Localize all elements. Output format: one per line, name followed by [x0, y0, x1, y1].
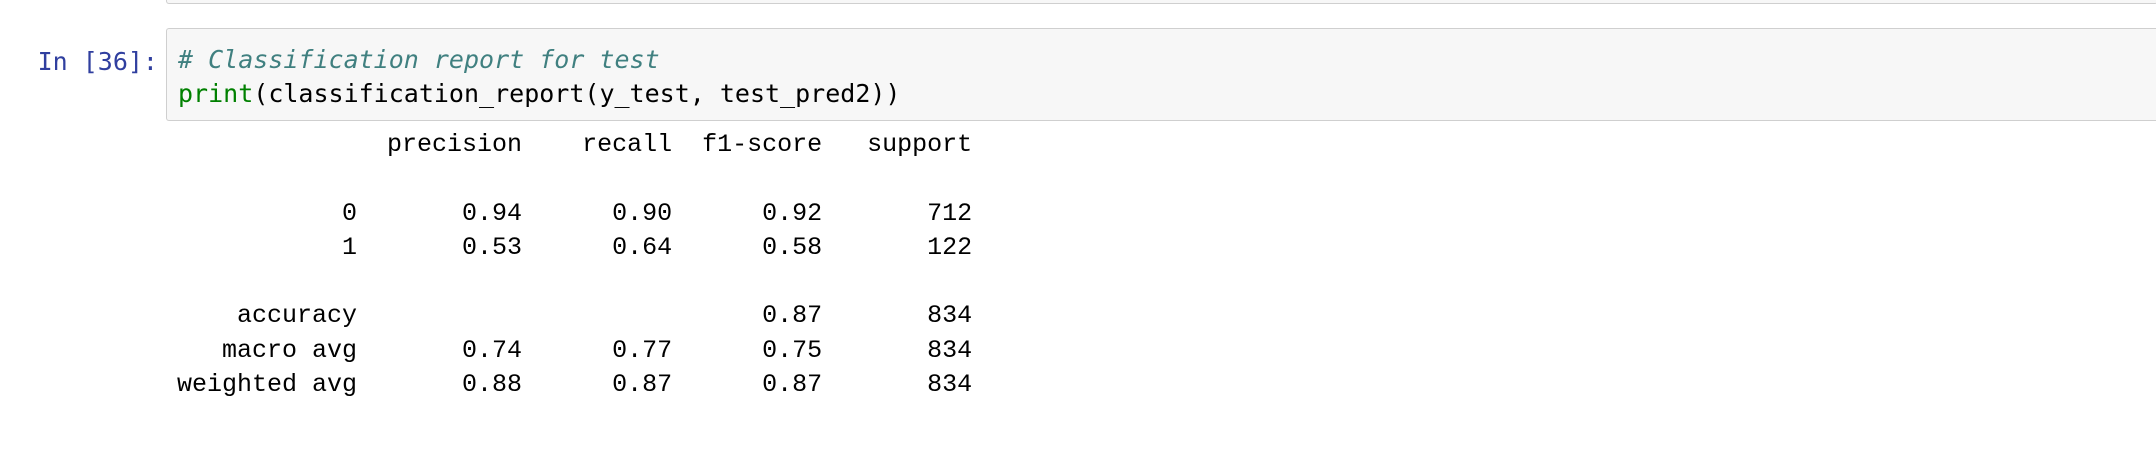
- code-line-2: print(classification_report(y_test, test…: [178, 77, 2156, 111]
- report-row-class-1: 1 0.53 0.64 0.58 122: [177, 232, 973, 262]
- report-header-line: precision recall f1-score support: [177, 130, 973, 159]
- previous-cell-bottom-edge: [166, 0, 2156, 4]
- code-line-1: # Classification report for test: [178, 43, 2156, 77]
- cell-output-area: precision recall f1-score support 0 0.94…: [177, 128, 2137, 402]
- code-call-args: (classification_report(y_test, test_pred…: [253, 79, 901, 108]
- report-row-macro-avg: macro avg 0.74 0.77 0.75 834: [177, 335, 973, 365]
- code-builtin-print: print: [178, 79, 254, 108]
- report-row-class-0: 0 0.94 0.90 0.92 712: [177, 198, 973, 228]
- report-row-accuracy: accuracy 0.87 834: [177, 301, 973, 331]
- classification-report-output: precision recall f1-score support 0 0.94…: [177, 128, 2137, 402]
- code-comment: # Classification report for test: [178, 45, 660, 74]
- input-prompt: In [36]:: [37, 47, 158, 76]
- report-row-weighted-avg: weighted avg 0.88 0.87 0.87 834: [177, 370, 973, 400]
- code-input-editor[interactable]: # Classification report for test print(c…: [166, 28, 2156, 121]
